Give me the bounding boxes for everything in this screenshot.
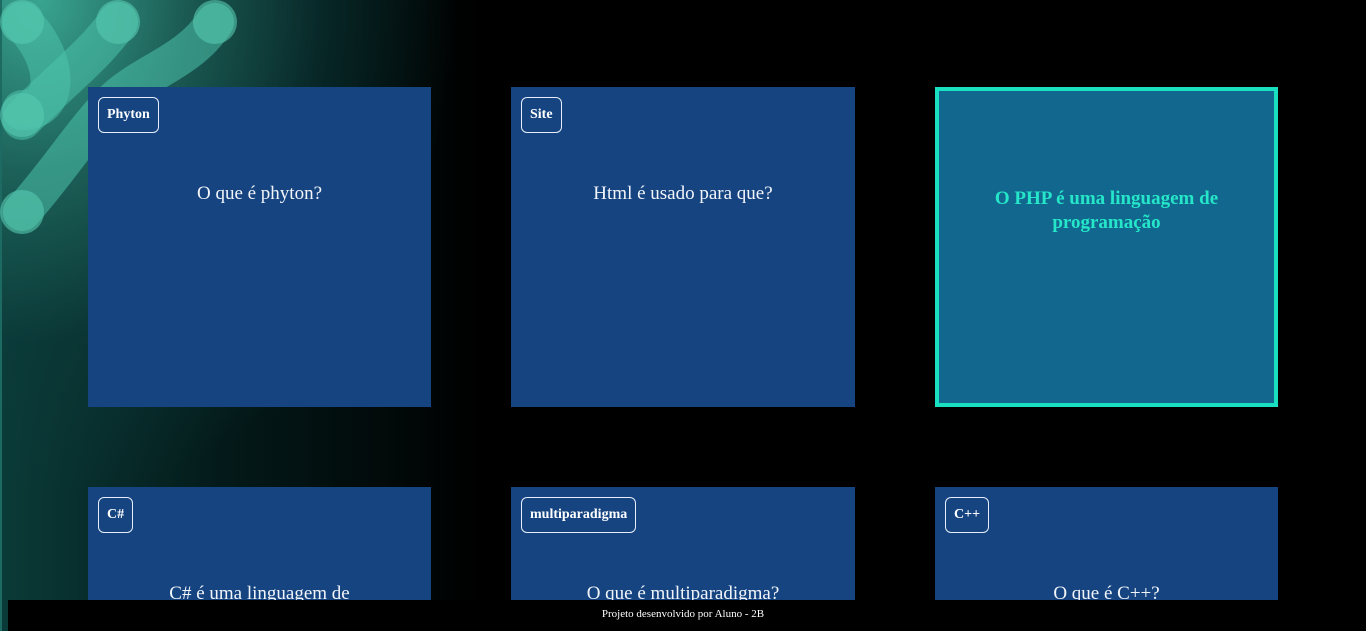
card-tag: C# xyxy=(98,497,134,533)
flashcard-cpp[interactable]: C++ O que é C++? xyxy=(935,487,1278,617)
flashcard-php-flipped[interactable]: O PHP é uma linguagem de programação xyxy=(935,87,1278,407)
card-question: O que é phyton? xyxy=(196,183,323,204)
card-tag: C++ xyxy=(945,497,990,533)
page: Phyton O que é phyton? Site Html é usado… xyxy=(0,0,1366,631)
flashcard-site[interactable]: Site Html é usado para que? xyxy=(511,87,855,407)
card-tag: multiparadigma xyxy=(521,497,637,533)
flashcard-multiparadigma[interactable]: multiparadigma O que é multiparadigma? xyxy=(511,487,855,617)
flashcard-phyton[interactable]: Phyton O que é phyton? xyxy=(88,87,431,407)
card-tag: Phyton xyxy=(98,97,159,133)
card-question: Html é usado para que? xyxy=(593,183,773,204)
page-footer: Projeto desenvolvido por Aluno - 2B xyxy=(8,600,1366,631)
flashcard-csharp[interactable]: C# C# é uma linguagem de xyxy=(88,487,431,617)
card-answer: O PHP é uma linguagem de programação xyxy=(994,188,1219,233)
card-tag: Site xyxy=(521,97,562,133)
